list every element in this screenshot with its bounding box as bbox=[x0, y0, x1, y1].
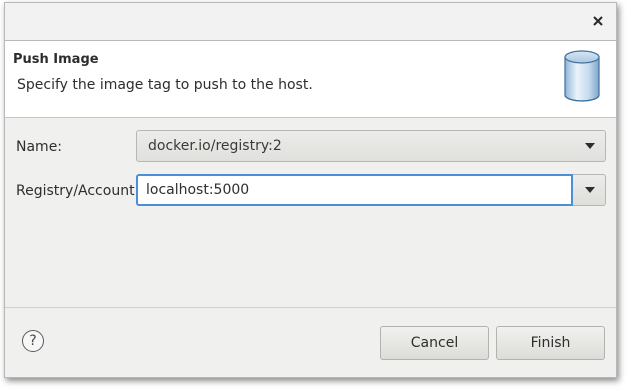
registry-account-dropdown-button[interactable] bbox=[573, 174, 606, 206]
dialog-titlebar bbox=[5, 3, 616, 41]
close-icon bbox=[593, 16, 603, 26]
push-image-dialog: Push Image Specify the image tag to push… bbox=[4, 2, 617, 378]
database-cylinder-icon bbox=[564, 50, 600, 102]
chevron-down-icon bbox=[585, 143, 595, 149]
name-label: Name: bbox=[16, 139, 63, 155]
close-button[interactable] bbox=[588, 11, 608, 31]
finish-button[interactable]: Finish bbox=[496, 326, 605, 360]
dialog-title: Push Image bbox=[13, 52, 99, 67]
help-icon: ? bbox=[29, 333, 37, 349]
name-combo-value: docker.io/registry:2 bbox=[148, 138, 282, 154]
name-combo[interactable]: docker.io/registry:2 bbox=[136, 130, 606, 162]
dialog-description: Specify the image tag to push to the hos… bbox=[17, 77, 313, 93]
form-area: Name: docker.io/registry:2 Registry/Acco… bbox=[5, 118, 616, 308]
footer-separator bbox=[5, 307, 616, 308]
registry-account-input[interactable] bbox=[136, 174, 573, 206]
help-button[interactable]: ? bbox=[22, 330, 44, 352]
registry-account-label: Registry/Account: bbox=[16, 183, 140, 199]
cancel-button[interactable]: Cancel bbox=[380, 326, 489, 360]
chevron-down-icon bbox=[585, 187, 595, 193]
dialog-header: Push Image Specify the image tag to push… bbox=[5, 41, 616, 118]
